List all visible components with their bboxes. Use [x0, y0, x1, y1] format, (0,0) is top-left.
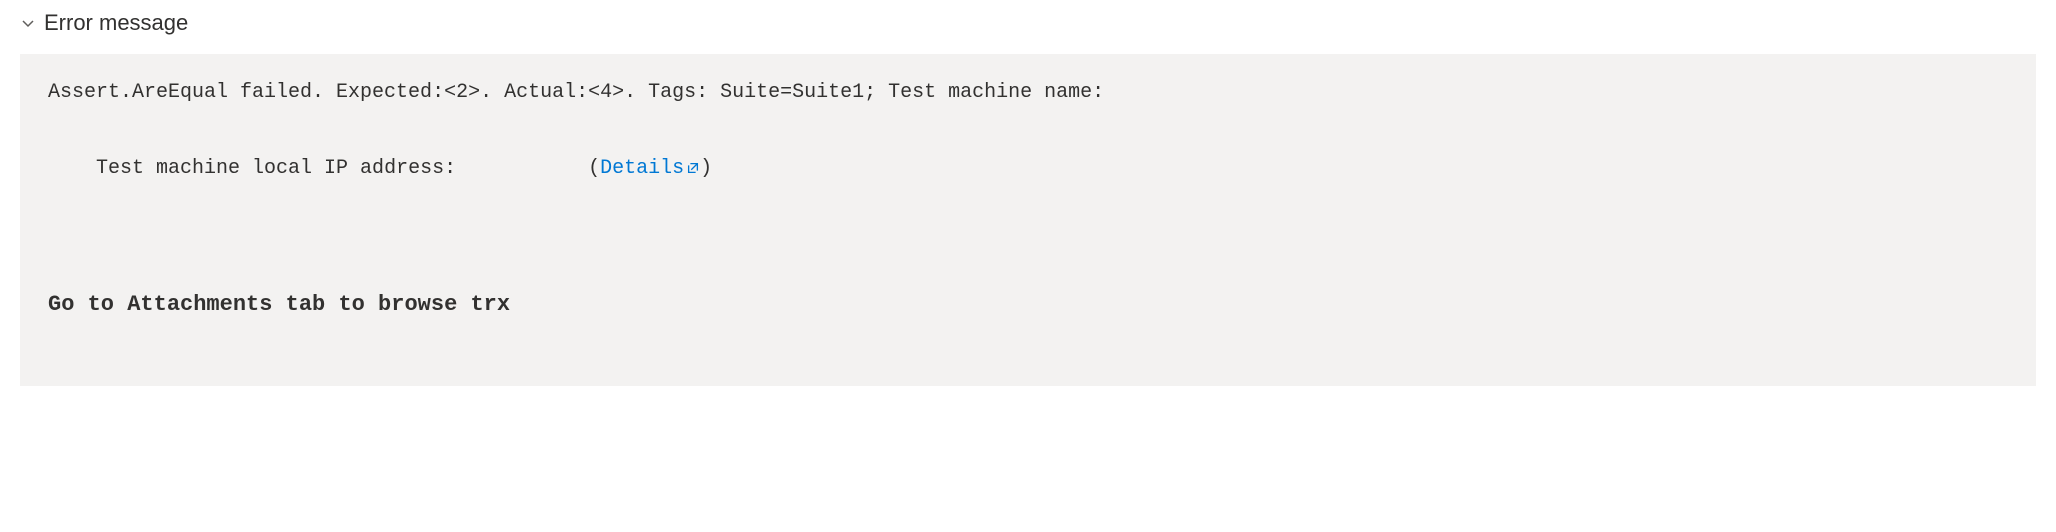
details-paren-open: ( — [588, 157, 600, 180]
details-link-label: Details — [600, 157, 684, 180]
chevron-down-icon — [20, 15, 36, 31]
error-text-line2: Test machine local IP address: (Details) — [48, 112, 2008, 226]
section-title: Error message — [44, 10, 188, 36]
attachments-hint: Go to Attachments tab to browse trx — [48, 284, 2008, 326]
error-text-line1: Assert.AreEqual failed. Expected:<2>. Ac… — [48, 74, 2008, 112]
error-message-panel: Assert.AreEqual failed. Expected:<2>. Ac… — [20, 54, 2036, 386]
details-paren-close: ) — [700, 157, 712, 180]
error-message-header[interactable]: Error message — [20, 10, 2036, 54]
error-text-line2-prefix: Test machine local IP address: — [96, 157, 588, 180]
details-link[interactable]: Details — [600, 157, 700, 180]
external-link-icon — [686, 161, 700, 175]
